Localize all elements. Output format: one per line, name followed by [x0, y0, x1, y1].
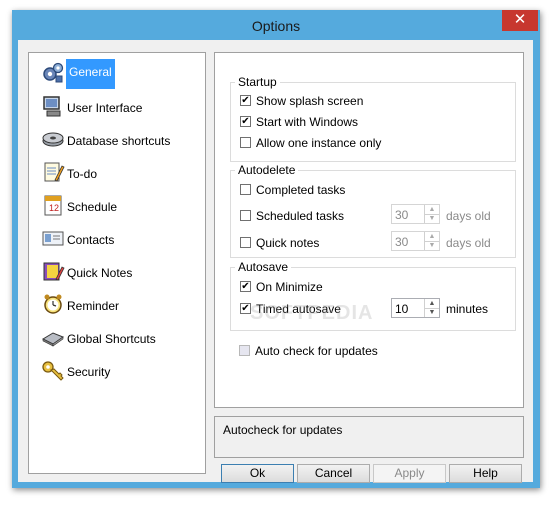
nav-item-security[interactable]: Security [37, 356, 203, 386]
checkbox-label: Allow one instance only [256, 136, 382, 150]
settings-panel: Startup Show splash screen Start with Wi… [214, 52, 524, 408]
description-text: Autocheck for updates [223, 423, 343, 437]
check-box[interactable] [240, 116, 251, 127]
nav-item-quick-notes[interactable]: Quick Notes [37, 257, 203, 287]
check-box[interactable] [240, 184, 251, 195]
check-box[interactable] [240, 95, 251, 106]
notes-book-icon [43, 262, 65, 281]
help-button[interactable]: Help [449, 464, 522, 483]
nav-item-global-shortcuts[interactable]: Global Shortcuts [37, 323, 203, 353]
title-bar[interactable]: Options ✕ [12, 10, 540, 40]
startup-group: Startup Show splash screen Start with Wi… [230, 75, 516, 162]
stepper-value: 30 [395, 235, 409, 249]
group-title: Startup [235, 75, 280, 89]
ok-button[interactable]: Ok [221, 464, 294, 483]
nav-label: Global Shortcuts [67, 332, 156, 346]
checkbox-label: Start with Windows [256, 115, 359, 129]
nav-item-to-do[interactable]: To-do [37, 158, 203, 188]
key-icon [42, 361, 64, 381]
checkbox-label: Auto check for updates [255, 344, 378, 358]
autosave-minutes-stepper[interactable]: 10 ▲ ▼ [391, 298, 440, 318]
spin-down-icon[interactable]: ▼ [425, 308, 439, 317]
svg-text:12: 12 [49, 203, 59, 213]
nav-label: To-do [67, 167, 98, 181]
nav-label: Security [67, 365, 111, 379]
nav-label: Schedule [67, 200, 118, 214]
description-box: Autocheck for updates [214, 416, 524, 458]
notepad-pencil-icon [44, 162, 65, 182]
gears-icon [43, 62, 64, 83]
check-box[interactable] [240, 237, 251, 248]
options-window: Options ✕ General User Interface Databas… [12, 10, 540, 488]
checkbox-label: On Minimize [256, 280, 323, 294]
autosave-group: Autosave On Minimize Timed autosave 10 ▲… [230, 260, 516, 331]
category-list: General User Interface Database shortcut… [28, 52, 206, 474]
autodelete-group: Autodelete Completed tasks Scheduled tas… [230, 163, 516, 258]
alarm-clock-icon [44, 294, 62, 314]
cancel-button[interactable]: Cancel [297, 464, 370, 483]
dialog-client: General User Interface Database shortcut… [18, 40, 533, 483]
spin-down-icon[interactable]: ▼ [425, 214, 439, 223]
check-box[interactable] [240, 281, 251, 292]
checkbox-label: Timed autosave [256, 302, 341, 316]
nav-label: Quick Notes [67, 266, 133, 280]
close-icon: ✕ [513, 11, 527, 28]
group-title: Autodelete [235, 163, 299, 177]
minutes-label: minutes [446, 302, 489, 316]
nav-item-schedule[interactable]: 12 Schedule [37, 191, 203, 221]
stepper-value: 10 [395, 302, 409, 316]
checkbox-label: Completed tasks [256, 183, 346, 197]
nav-label: Contacts [67, 233, 115, 247]
quick-notes-days-stepper[interactable]: 30 ▲ ▼ [391, 231, 440, 251]
check-box[interactable] [240, 137, 251, 148]
nav-item-contacts[interactable]: Contacts [37, 224, 203, 254]
stepper-value: 30 [395, 208, 409, 222]
spin-down-icon[interactable]: ▼ [425, 241, 439, 250]
days-old-label: days old [446, 209, 491, 223]
nav-label: Reminder [67, 299, 120, 313]
keyboard-icon [41, 332, 65, 347]
checkbox-label: Show splash screen [256, 94, 364, 108]
check-box[interactable] [240, 210, 251, 221]
check-box[interactable] [240, 303, 251, 314]
close-button[interactable]: ✕ [502, 10, 538, 31]
calendar-icon: 12 [44, 195, 62, 216]
checkbox-label: Quick notes [256, 236, 320, 250]
monitor-icon [43, 96, 61, 117]
nav-label: Database shortcuts [67, 134, 171, 148]
scheduled-days-stepper[interactable]: 30 ▲ ▼ [391, 204, 440, 224]
days-old-label: days old [446, 236, 491, 250]
window-title: Options [251, 18, 301, 34]
database-disk-icon [42, 132, 64, 147]
nav-item-general[interactable]: General [37, 59, 203, 89]
nav-label: User Interface [67, 101, 143, 115]
nav-item-database-shortcuts[interactable]: Database shortcuts [37, 125, 203, 155]
apply-button[interactable]: Apply [373, 464, 446, 483]
group-title: Autosave [235, 260, 292, 274]
check-box[interactable] [239, 345, 250, 356]
nav-label: General [66, 59, 115, 89]
checkbox-label: Scheduled tasks [256, 209, 345, 223]
nav-item-user-interface[interactable]: User Interface [37, 92, 203, 122]
contact-card-icon [42, 231, 64, 246]
nav-item-reminder[interactable]: Reminder [37, 290, 203, 320]
